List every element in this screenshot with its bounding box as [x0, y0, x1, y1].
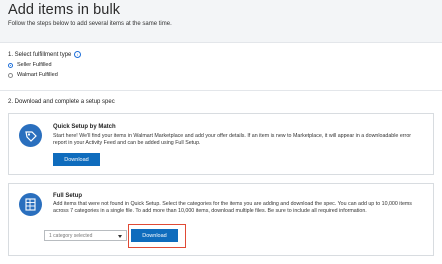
full-setup-card: Full Setup Add items that were not found…	[8, 183, 434, 256]
quick-setup-download-button[interactable]: Download	[53, 153, 100, 166]
quick-setup-card: Quick Setup by Match Start here! We'll f…	[8, 113, 434, 175]
full-setup-description: Add items that were not found in Quick S…	[53, 201, 412, 215]
setup-spec-label: 2. Download and complete a setup spec	[8, 99, 115, 105]
spreadsheet-icon	[19, 193, 42, 216]
info-icon[interactable]: i	[74, 51, 82, 58]
radio-label: Seller Fulfilled	[17, 62, 52, 68]
chevron-down-icon	[118, 234, 122, 238]
tag-icon	[19, 124, 42, 147]
radio-label: Walmart Fulfilled	[17, 72, 58, 78]
full-setup-title: Full Setup	[53, 193, 82, 199]
page-title: Add items in bulk	[8, 2, 121, 18]
fulfillment-type-label: 1. Select fulfillment type i	[8, 51, 82, 58]
divider	[0, 42, 442, 43]
quick-setup-title: Quick Setup by Match	[53, 124, 116, 130]
page-subtitle: Follow the steps below to add several it…	[8, 21, 172, 27]
radio-button-selected[interactable]	[8, 62, 13, 68]
radio-seller-fulfilled[interactable]: Seller Fulfilled	[8, 61, 52, 69]
category-select-value: 1 category selected	[49, 232, 93, 239]
quick-setup-description: Start here! We'll find your items in Wal…	[53, 133, 412, 147]
radio-walmart-fulfilled[interactable]: Walmart Fulfilled	[8, 71, 58, 79]
highlight-box	[128, 224, 186, 248]
radio-button[interactable]	[8, 72, 13, 78]
divider	[0, 90, 442, 91]
category-select[interactable]: 1 category selected	[44, 230, 127, 241]
page-header: Add items in bulk Follow the steps below…	[0, 0, 442, 42]
